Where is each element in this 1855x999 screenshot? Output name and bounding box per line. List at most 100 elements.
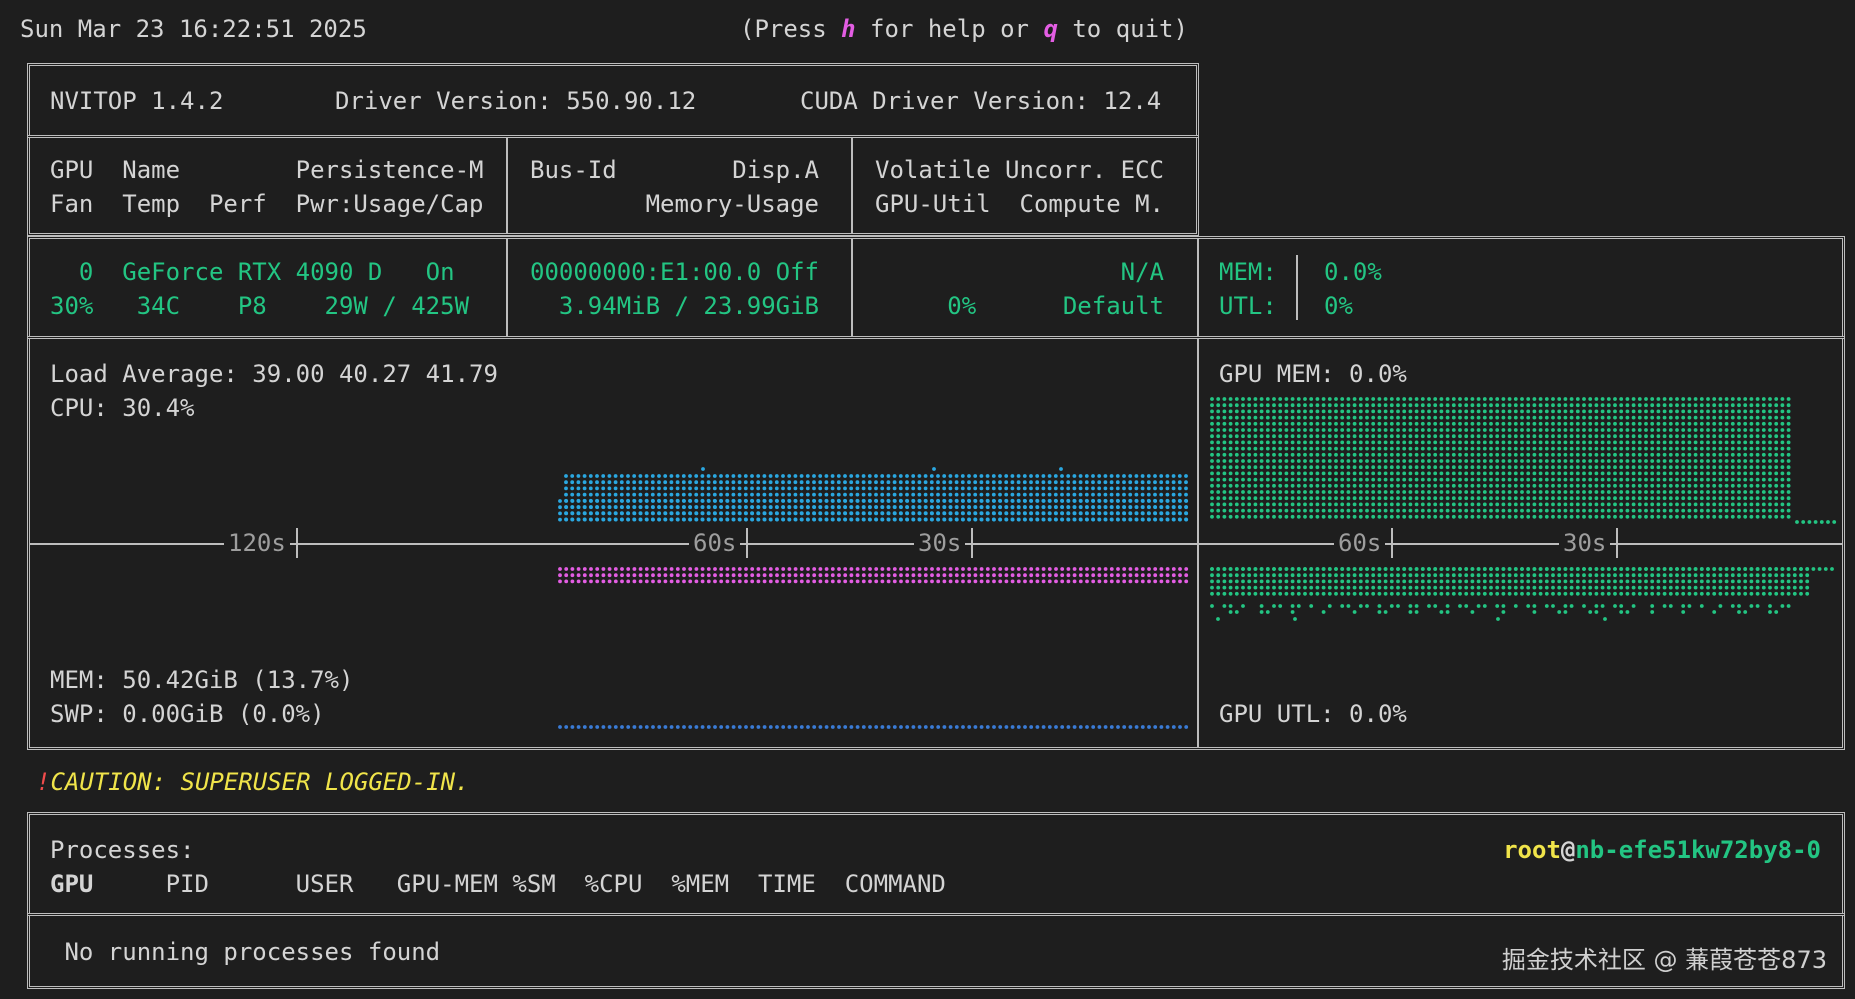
cpu-dot [632, 480, 637, 485]
gpu-mem-dot [1551, 502, 1555, 507]
gpu-mem-dot [1538, 434, 1543, 439]
cpu-dot [688, 505, 693, 510]
gpu-mem-dot [1259, 508, 1264, 513]
gpu-utl-dot [1396, 579, 1400, 584]
gpu-mem-dot [1259, 459, 1264, 463]
gpu-mem-dot [1222, 483, 1227, 488]
gpu-utl-dot [1377, 573, 1382, 578]
header-gpu[interactable]: GPU [50, 870, 93, 898]
gpu-mem-dot [1569, 403, 1574, 408]
gpu-mem-dot [1631, 496, 1636, 501]
gpu-mem-dot [1259, 452, 1264, 457]
gpu-mem-dot [1755, 508, 1760, 513]
swp-dot [1097, 725, 1102, 729]
cpu-dot [725, 480, 730, 485]
header-columns[interactable]: PID USER GPU-MEM %SM %CPU %MEM TIME COMM… [93, 870, 946, 898]
gpu-mem-dot [1278, 452, 1283, 457]
cpu-dot [868, 499, 872, 503]
gpu-mem-dot [1482, 397, 1487, 401]
cpu-dot [836, 474, 841, 478]
mem-dot [589, 579, 593, 584]
gpu-mem-dot [1470, 502, 1475, 507]
mem-dot [868, 567, 872, 571]
gpu-mem-dot [1656, 428, 1661, 432]
gpu-mem-dot [1600, 421, 1605, 426]
gpu-mem-dot [1538, 403, 1543, 408]
gpu-mem-dot [1464, 483, 1469, 488]
gpu-mem-dot [1569, 409, 1574, 414]
cpu-dot [731, 517, 736, 522]
gpu-mem-dot [1228, 496, 1233, 501]
mem-dot [1109, 567, 1114, 571]
gpu-mem-dot [1495, 428, 1500, 432]
gpu-utl-dot [1594, 604, 1599, 608]
cpu-dot [967, 492, 971, 497]
swp-dot [706, 725, 711, 729]
cpu-dot [824, 474, 829, 478]
gpu-mem-dot [1588, 434, 1593, 439]
gpu-mem-dot [1644, 440, 1648, 445]
gpu-mem-dot [1290, 446, 1295, 451]
mem-dot [1134, 579, 1139, 584]
mem-dot [638, 579, 643, 584]
gpu-mem-dot [1737, 434, 1741, 439]
gpu-utl-dot [1619, 567, 1624, 571]
at-sign: @ [1560, 836, 1576, 864]
gpu-mem-dot [1482, 452, 1487, 457]
gpu-mem-dot [1730, 428, 1735, 432]
gpu-mem-dot [1414, 415, 1419, 420]
gpu-utl-dot [1755, 573, 1760, 578]
gpu-mem-dot [1712, 477, 1717, 482]
gpu-mem-dot [1272, 452, 1276, 457]
gpu-mem-dot [1383, 415, 1388, 420]
gpu-mem-dot [1780, 403, 1785, 408]
gpu-mem-dot [1365, 440, 1369, 445]
cpu-dot [1159, 517, 1164, 522]
cpu-dot [768, 492, 773, 497]
mem-dot [1004, 579, 1009, 584]
gpu-mem-dot [1706, 434, 1710, 439]
gpu-mem-dot [1439, 514, 1444, 519]
gpu-mem-dot [1414, 434, 1419, 439]
gpu-mem-dot [1507, 409, 1512, 414]
gpu-mem-dot [1222, 508, 1227, 513]
cpu-dot [737, 480, 742, 485]
gpu-utl-dot [1625, 585, 1630, 590]
mem-dot [700, 579, 705, 584]
gpu-utl-dot [1327, 573, 1332, 578]
gpu-mem-dot [1433, 434, 1438, 439]
gpu-mem-dot [1458, 459, 1462, 463]
cpu-dot [1165, 480, 1170, 485]
gpu-utl-dot [1625, 591, 1630, 596]
cpu-dot [632, 499, 637, 503]
gpu-utl-dot [1234, 573, 1239, 578]
gpu-mem-dot [1774, 415, 1779, 420]
gpu-mem-dot [1557, 415, 1562, 420]
gpu-mem-dot [1637, 397, 1642, 401]
cpu-dot [744, 499, 748, 503]
gpu-utl-dot [1216, 585, 1221, 590]
gpu-mem-dot [1631, 434, 1636, 439]
cpu-dot [650, 480, 655, 485]
gpu-mem-dot [1210, 459, 1214, 463]
gpu-mem-dot [1520, 440, 1524, 445]
gpu-mem-dot [1414, 397, 1419, 401]
gpu-mem-dot [1538, 428, 1543, 432]
cpu-dot [880, 486, 885, 491]
cpu-dot [979, 499, 984, 503]
cpu-dot [694, 474, 699, 478]
gpu-utl-dot [1489, 585, 1493, 590]
swp-dot [899, 725, 903, 729]
mem-dot [1085, 573, 1089, 578]
gpu-utl-dot [1768, 567, 1772, 571]
cpu-dot [1115, 480, 1120, 485]
gpu-utl-dot [1358, 585, 1363, 590]
gpu-mem-dot [1737, 508, 1741, 513]
cpu-dot [787, 505, 792, 510]
cpu-dot [1159, 474, 1164, 478]
gpu-mem-dot [1730, 415, 1735, 420]
gpu-mem-dot [1383, 477, 1388, 482]
cpu-dot [892, 517, 897, 522]
mem-dot [1072, 579, 1077, 584]
mem-dot [1010, 579, 1015, 584]
